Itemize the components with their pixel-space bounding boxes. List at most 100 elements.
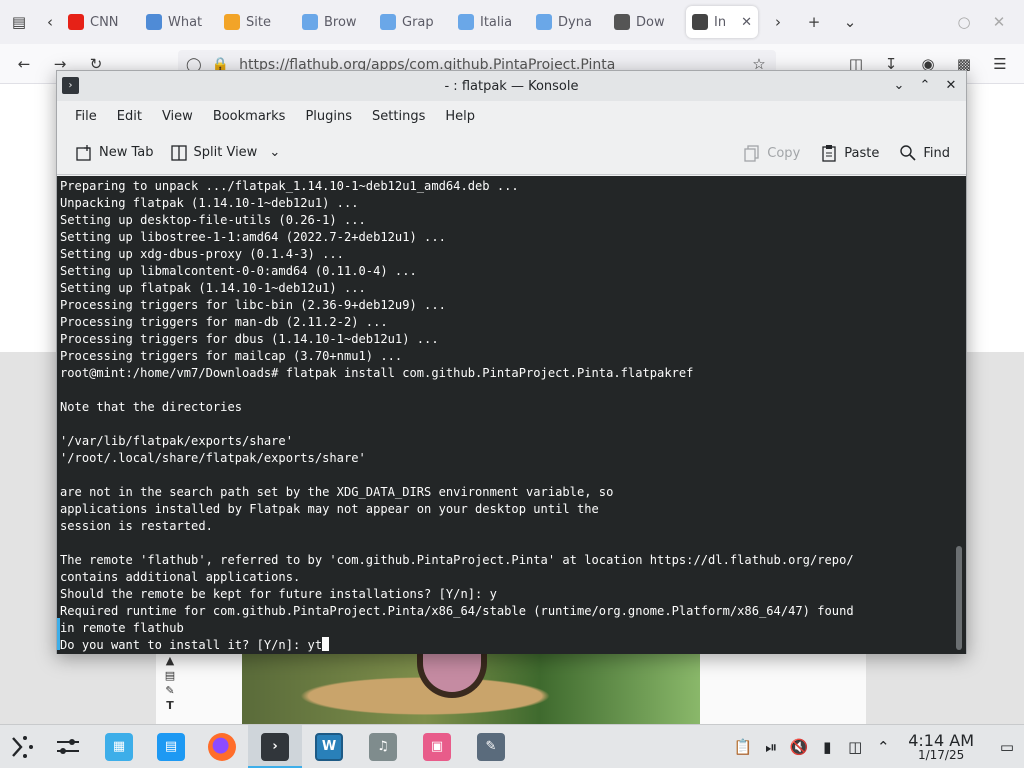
- terminal-line: The remote 'flathub', referred to by 'co…: [60, 553, 854, 567]
- clock-time: 4:14 AM: [908, 730, 974, 750]
- konsole-titlebar[interactable]: › - : flatpak — Konsole ⌄ ⌃ ✕: [57, 71, 966, 101]
- copy-button[interactable]: Copy: [735, 138, 808, 168]
- paste-button[interactable]: Paste: [812, 138, 887, 168]
- new-tab-icon[interactable]: +: [800, 8, 828, 36]
- browser-tab[interactable]: Italia: [452, 6, 528, 38]
- fh-icon: [224, 14, 240, 30]
- find-button[interactable]: Find: [891, 138, 958, 168]
- browser-tab-label: Grap: [402, 14, 434, 30]
- text-cursor: [322, 637, 330, 651]
- browser-tab[interactable]: What: [140, 6, 216, 38]
- scroll-tabs-left-icon[interactable]: ‹: [38, 8, 62, 36]
- list-all-tabs-icon[interactable]: ⌄: [836, 8, 864, 36]
- taskbar-discover[interactable]: ▦: [92, 725, 146, 768]
- expand-tray-icon[interactable]: ⌃: [872, 736, 894, 758]
- terminal-scrollbar[interactable]: [956, 546, 962, 650]
- terminal-line: Preparing to unpack .../flatpak_1.14.10-…: [60, 179, 519, 193]
- menu-icon[interactable]: ☰: [986, 50, 1014, 78]
- close-tab-icon[interactable]: ✕: [741, 15, 752, 30]
- flathub-icon: [692, 14, 708, 30]
- terminal-line: are not in the search path set by the XD…: [60, 485, 614, 499]
- audio-app-icon: ♫: [369, 732, 397, 761]
- pencil-icon: [614, 14, 630, 30]
- split-view-label: Split View: [193, 145, 258, 160]
- terminal-output[interactable]: Preparing to unpack .../flatpak_1.14.10-…: [57, 176, 966, 654]
- terminal-app-icon[interactable]: ›: [62, 77, 79, 94]
- browser-tab-label: Brow: [324, 14, 357, 30]
- terminal-line: Required runtime for com.github.PintaPro…: [60, 604, 854, 618]
- toolbar: New Tab Split View ⌄ Copy Paste Find: [57, 131, 966, 175]
- terminal-line: root@mint:/home/vm7/Downloads# flatpak i…: [60, 366, 694, 380]
- menu-file[interactable]: File: [65, 109, 107, 124]
- menubar: File Edit View Bookmarks Plugins Setting…: [57, 101, 966, 131]
- browser-tab[interactable]: CNN: [62, 6, 138, 38]
- clock[interactable]: 4:14 AM 1/17/25: [900, 732, 982, 763]
- menu-help[interactable]: Help: [435, 109, 485, 124]
- back-icon[interactable]: ←: [10, 50, 38, 78]
- menu-bookmarks[interactable]: Bookmarks: [203, 109, 296, 124]
- menu-edit[interactable]: Edit: [107, 109, 152, 124]
- taskbar-app-screenshot[interactable]: ▣: [410, 725, 464, 768]
- browser-tabbar: ▤ ‹ CNN What Site Brow Grap Italia Dyna Dow In ✕ …: [0, 0, 1024, 44]
- browser-tab[interactable]: In ✕: [686, 6, 758, 38]
- copy-label: Copy: [767, 145, 801, 161]
- maximize-icon[interactable]: ⌃: [916, 76, 934, 94]
- taskbar-files[interactable]: ▤: [146, 725, 196, 768]
- clipboard-icon[interactable]: 📋: [732, 736, 754, 758]
- taskbar-konsole[interactable]: ›: [248, 724, 302, 768]
- minimize-browser-icon[interactable]: ○: [950, 8, 978, 36]
- minimize-icon[interactable]: ⌄: [890, 76, 908, 94]
- taskbar-pinta[interactable]: ✎: [464, 725, 518, 768]
- terminal-line: Unpacking flatpak (1.14.10-1~deb12u1) ..…: [60, 196, 359, 210]
- konsole-window: › - : flatpak — Konsole ⌄ ⌃ ✕ File Edit …: [56, 70, 967, 654]
- pager-widget[interactable]: [44, 725, 92, 768]
- terminal-line: '/var/lib/flatpak/exports/share': [60, 434, 293, 448]
- menu-settings[interactable]: Settings: [362, 109, 435, 124]
- show-desktop-icon[interactable]: ▭: [996, 736, 1018, 758]
- new-tab-button[interactable]: New Tab: [67, 138, 162, 168]
- browser-tab[interactable]: Grap: [374, 6, 450, 38]
- browser-tab-label: In: [714, 14, 727, 30]
- chevron-down-icon[interactable]: ⌄: [269, 145, 280, 160]
- battery-icon[interactable]: ▮: [816, 736, 838, 758]
- terminal-line: Note that the directories: [60, 400, 243, 414]
- browser-tab-label: Site: [246, 14, 271, 30]
- tab-list-icon[interactable]: ▤: [0, 8, 38, 36]
- close-icon[interactable]: ✕: [942, 76, 960, 94]
- ms-icon: [146, 14, 162, 30]
- browser-tab[interactable]: Dyna: [530, 6, 606, 38]
- terminal-line: '/root/.local/share/flatpak/exports/shar…: [60, 451, 366, 465]
- split-view-button[interactable]: Split View ⌄: [162, 138, 289, 168]
- terminal-line: Setting up flatpak (1.14.10-1~deb12u1) .…: [60, 281, 366, 295]
- taskbar-app-audio[interactable]: ♫: [356, 725, 410, 768]
- browser-tab[interactable]: Brow: [296, 6, 372, 38]
- menu-plugins[interactable]: Plugins: [295, 109, 362, 124]
- system-tray: 📋 ⏯ 🔇 ▮ ◫ ⌃ 4:14 AM 1/17/25 ▭: [732, 725, 1024, 768]
- menu-view[interactable]: View: [152, 109, 203, 124]
- application-launcher[interactable]: [0, 725, 44, 768]
- browser-tab[interactable]: Site: [218, 6, 294, 38]
- dog-mouth-shape: [417, 654, 487, 698]
- flatpak-icon: [380, 14, 396, 30]
- media-pause-icon[interactable]: ⏯: [760, 736, 782, 758]
- volume-muted-icon[interactable]: 🔇: [788, 736, 810, 758]
- taskbar-firefox[interactable]: [196, 725, 248, 768]
- terminal-line: Processing triggers for dbus (1.14.10-1~…: [60, 332, 439, 346]
- flatpak-icon: [536, 14, 552, 30]
- browser-tab[interactable]: Dow: [608, 6, 684, 38]
- scroll-tabs-right-icon[interactable]: ›: [764, 8, 792, 36]
- taskbar: ▦ ▤ › W ♫ ▣ ✎ 📋 ⏯ 🔇 ▮ ◫ ⌃ 4:14 AM 1/17/2…: [0, 724, 1024, 768]
- pinta-icon: ✎: [477, 732, 505, 761]
- flatpak-icon: [302, 14, 318, 30]
- taskbar-app-w[interactable]: W: [302, 725, 356, 768]
- w-app-icon: W: [315, 732, 343, 761]
- browser-tab-label: CNN: [90, 14, 119, 30]
- text-tool-icon: T: [166, 699, 174, 712]
- flatpak-icon: [458, 14, 474, 30]
- close-browser-icon[interactable]: ✕: [985, 8, 1013, 36]
- eraser-icon: ▤: [164, 669, 176, 682]
- pinta-tools-column: ▲ ▤ ✎ T: [160, 654, 180, 724]
- terminal-line: Processing triggers for libc-bin (2.36-9…: [60, 298, 446, 312]
- network-icon[interactable]: ◫: [844, 736, 866, 758]
